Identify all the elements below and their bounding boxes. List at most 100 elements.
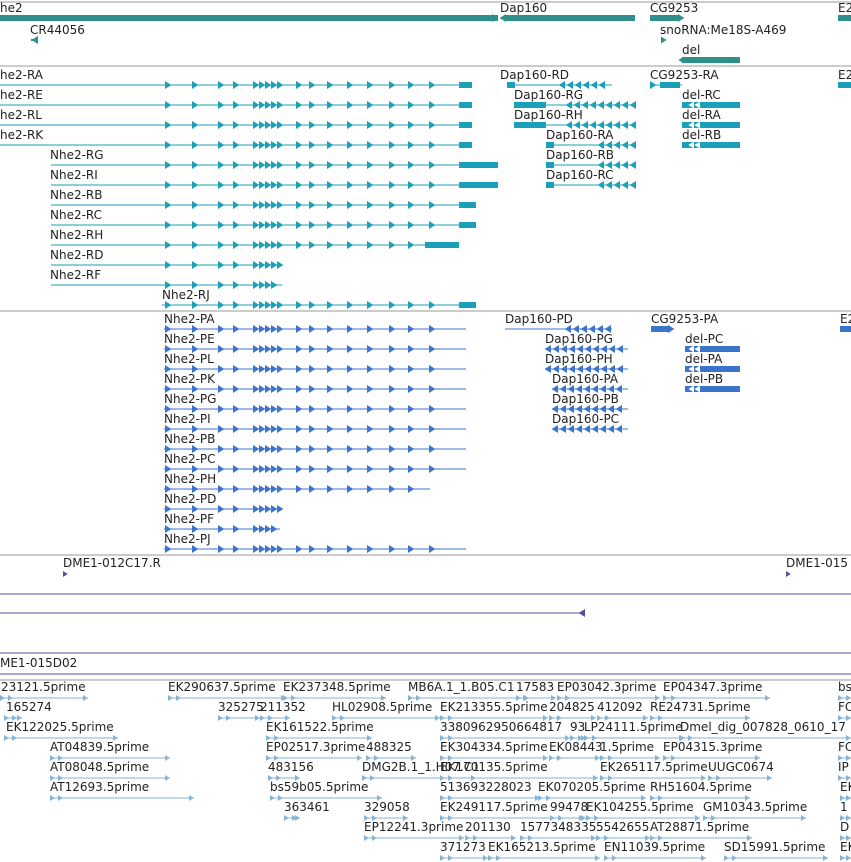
est-label[interactable]: EK290637.5prime	[168, 680, 276, 694]
gene-label-del[interactable]: del	[682, 43, 700, 57]
transcript-label[interactable]: he2-RA	[0, 68, 44, 82]
est-label[interactable]: 1577348335	[520, 820, 596, 834]
est-label[interactable]: EK237348.5prime	[283, 680, 391, 694]
exon-block[interactable]	[651, 326, 670, 332]
est-label[interactable]: EK265117.5prime	[600, 760, 708, 774]
exon-block[interactable]	[459, 302, 476, 308]
gene-feature-dap160[interactable]	[504, 15, 635, 21]
protein-label[interactable]: Nhe2-PH	[164, 472, 216, 486]
transcript-label[interactable]: Nhe2-RH	[50, 228, 103, 242]
gene-label-cg9253[interactable]: CG9253	[650, 1, 698, 15]
est-label[interactable]: FC	[838, 740, 851, 754]
gene-label-e2[interactable]: E2	[838, 1, 851, 15]
exon-block[interactable]	[459, 142, 472, 148]
protein-label[interactable]: Dap160-PB	[552, 392, 619, 406]
est-label[interactable]: EK161522.5prime	[266, 720, 374, 734]
transcript-label[interactable]: Dap160-RA	[546, 128, 614, 142]
est-label[interactable]: EP02517.3prime	[266, 740, 365, 754]
est-label[interactable]: 1.5prime	[600, 740, 654, 754]
est-label[interactable]: EK104255.5prime	[586, 800, 694, 814]
exon-block[interactable]	[459, 82, 472, 88]
est-label[interactable]: EK122025.5prime	[6, 720, 114, 734]
est-label[interactable]: IP	[838, 760, 849, 774]
est-label[interactable]: RH51604.5prime	[650, 780, 752, 794]
protein-label[interactable]: E2	[840, 312, 851, 326]
est-label[interactable]: 483156	[268, 760, 314, 774]
est-label[interactable]: AT12693.5prime	[50, 780, 149, 794]
bac-label[interactable]: DME1-012C17.R	[63, 556, 161, 570]
protein-label[interactable]: Nhe2-PD	[164, 492, 216, 506]
transcript-label[interactable]: Nhe2-RI	[50, 168, 98, 182]
exon-block[interactable]	[425, 242, 459, 248]
est-label[interactable]: 325275	[218, 700, 264, 714]
est-label[interactable]: EN11039.5prime	[604, 840, 705, 854]
gene-label-dap160[interactable]: Dap160	[500, 1, 547, 15]
transcript-label[interactable]: he2-RL	[0, 108, 42, 122]
est-label[interactable]: FC	[838, 700, 851, 714]
transcript-label[interactable]: Nhe2-RF	[50, 268, 101, 282]
est-label[interactable]: AT04839.5prime	[50, 740, 149, 754]
exon-block[interactable]	[459, 122, 472, 128]
exon-block[interactable]	[514, 122, 546, 128]
est-label[interactable]: 5542655	[596, 820, 649, 834]
gene-feature-nhe2[interactable]	[0, 15, 498, 21]
protein-label[interactable]: Dap160-PD	[505, 312, 573, 326]
est-label[interactable]: EK070205.5prime	[538, 780, 646, 794]
transcript-label[interactable]: he2-RE	[0, 88, 43, 102]
est-label[interactable]: HL02908.5prime	[332, 700, 432, 714]
transcript-label[interactable]: E2	[838, 68, 851, 82]
est-label[interactable]: 363461	[284, 800, 330, 814]
est-label[interactable]: UUGC0674	[708, 760, 774, 774]
est-label[interactable]: 99478	[550, 800, 588, 814]
protein-label[interactable]: Nhe2-PC	[164, 452, 216, 466]
gene-feature-del[interactable]	[682, 57, 740, 63]
est-label[interactable]: EK249117.5prime	[440, 800, 548, 814]
est-label[interactable]: 513693228023	[440, 780, 532, 794]
transcript-label[interactable]: Nhe2-RG	[50, 148, 104, 162]
est-label[interactable]: D	[840, 820, 849, 834]
est-label[interactable]: 412092	[597, 700, 643, 714]
est-label[interactable]: 1	[840, 800, 848, 814]
transcript-label[interactable]: Dap160-RC	[546, 168, 614, 182]
exon-block[interactable]	[546, 182, 554, 188]
est-label[interactable]: EK213355.5prime	[440, 700, 548, 714]
protein-label[interactable]: Dap160-PH	[545, 352, 613, 366]
est-label[interactable]: AT08048.5prime	[50, 760, 149, 774]
gene-label-nhe2[interactable]: he2	[0, 1, 23, 15]
est-label[interactable]: LP24111.5prime	[584, 720, 683, 734]
protein-label[interactable]: del-PC	[685, 332, 723, 346]
protein-label[interactable]: Nhe2-PF	[164, 512, 214, 526]
transcript-label[interactable]: CG9253-RA	[650, 68, 719, 82]
est-label[interactable]: 3380962950664817	[440, 720, 562, 734]
est-label[interactable]: 201130	[465, 820, 511, 834]
est-label[interactable]: 204825	[549, 700, 595, 714]
protein-label[interactable]: Dap160-PC	[552, 412, 619, 426]
est-label[interactable]: 17583	[516, 680, 554, 694]
est-label[interactable]: Dmel_dig_007828_0610_17	[680, 720, 846, 734]
exon-block[interactable]	[660, 82, 680, 88]
protein-label[interactable]: del-PB	[685, 372, 723, 386]
transcript-label[interactable]: Dap160-RH	[514, 108, 583, 122]
protein-label[interactable]: Nhe2-PB	[164, 432, 215, 446]
est-label[interactable]: GM10343.5prime	[703, 800, 807, 814]
gene-label-cr44056[interactable]: CR44056	[30, 23, 85, 37]
exon-block[interactable]	[459, 222, 476, 228]
transcript-label[interactable]: Nhe2-RD	[50, 248, 104, 262]
gene-label-snorna[interactable]: snoRNA:Me18S-A469	[660, 23, 786, 37]
transcript-label[interactable]: Dap160-RD	[500, 68, 569, 82]
protein-label[interactable]: Nhe2-PJ	[164, 532, 211, 546]
transcript-label[interactable]: del-RB	[682, 128, 721, 142]
exon-block[interactable]	[459, 162, 498, 168]
protein-label[interactable]: del-PA	[685, 352, 723, 366]
est-label[interactable]: RE24731.5prime	[650, 700, 751, 714]
protein-label[interactable]: Nhe2-PG	[164, 392, 216, 406]
est-label[interactable]: 211352	[260, 700, 306, 714]
transcript-label[interactable]: Dap160-RB	[546, 148, 614, 162]
est-label[interactable]: 329058	[364, 800, 410, 814]
gene-feature-e2[interactable]	[838, 15, 851, 21]
protein-label[interactable]: CG9253-PA	[651, 312, 719, 326]
protein-label[interactable]: Dap160-PA	[552, 372, 619, 386]
protein-label[interactable]: Nhe2-PE	[164, 332, 215, 346]
transcript-label[interactable]: Nhe2-RJ	[162, 288, 210, 302]
protein-label[interactable]: Dap160-PG	[545, 332, 613, 346]
